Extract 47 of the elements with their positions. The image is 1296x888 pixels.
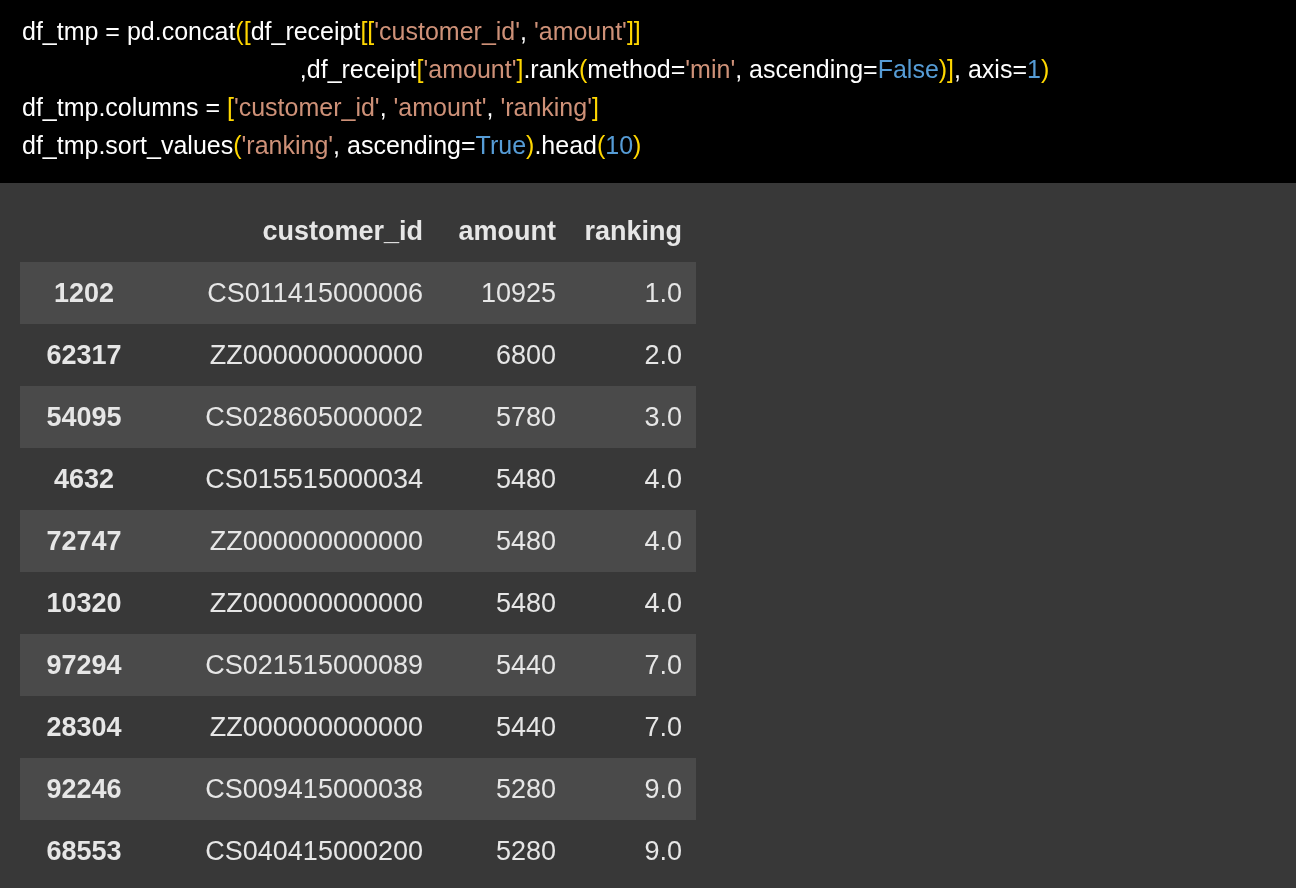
column-header: amount	[458, 215, 556, 246]
row-index: 1202	[53, 277, 115, 308]
table-cell: ZZ000000000000	[209, 711, 423, 742]
table-cell: 5780	[495, 401, 556, 432]
table-cell: 5480	[495, 463, 556, 494]
table-cell: 3.0	[644, 401, 682, 432]
table-cell: CS040415000200	[205, 835, 423, 866]
table-cell: 1.0	[644, 277, 682, 308]
table-cell: 4.0	[644, 525, 682, 556]
table-cell: CS009415000038	[205, 773, 423, 804]
table-cell: 4.0	[644, 587, 682, 618]
table-cell: CS028605000002	[205, 401, 423, 432]
code-line: df_tmp.sort_values('ranking', ascending=True).head(10)	[22, 130, 642, 161]
column-header: customer_id	[262, 215, 423, 246]
column-header: ranking	[584, 215, 682, 246]
table-cell: 5280	[495, 835, 556, 866]
row-index: 4632	[53, 463, 115, 494]
row-index: 62317	[46, 339, 122, 370]
table-cell: ZZ000000000000	[209, 587, 423, 618]
table-cell: 7.0	[644, 711, 682, 742]
table-cell: 5480	[495, 525, 556, 556]
row-index: 10320	[46, 587, 122, 618]
table-cell: CS021515000089	[205, 649, 423, 680]
row-index: 54095	[46, 401, 122, 432]
code-line: df_tmp.columns = ['customer_id', 'amount', 'ranking']	[22, 92, 599, 123]
row-index: 28304	[46, 711, 122, 742]
table-cell: 5440	[495, 649, 556, 680]
table-cell: ZZ000000000000	[209, 339, 423, 370]
table-cell: CS011415000006	[207, 277, 423, 308]
table-cell: 5280	[495, 773, 556, 804]
row-index: 97294	[46, 649, 122, 680]
row-index: 68553	[46, 835, 122, 866]
code-line: ,df_receipt['amount'].rank(method='min', ascending=False)], axis=1)	[298, 54, 1050, 85]
table-cell: 9.0	[644, 773, 682, 804]
table-cell: CS015515000034	[205, 463, 423, 494]
table-cell: 5480	[495, 587, 556, 618]
table-cell: 4.0	[644, 463, 682, 494]
table-cell: 6800	[495, 339, 556, 370]
table-cell: 7.0	[644, 649, 682, 680]
table-cell: 10925	[480, 277, 556, 308]
table-cell: ZZ000000000000	[209, 525, 423, 556]
table-cell: 9.0	[644, 835, 682, 866]
table-cell: 2.0	[644, 339, 682, 370]
code-line: df_tmp = pd.concat([df_receipt[['customer_id', 'amount']]	[22, 16, 641, 47]
table-cell: 5440	[495, 711, 556, 742]
row-index: 92246	[46, 773, 122, 804]
row-index: 72747	[46, 525, 122, 556]
